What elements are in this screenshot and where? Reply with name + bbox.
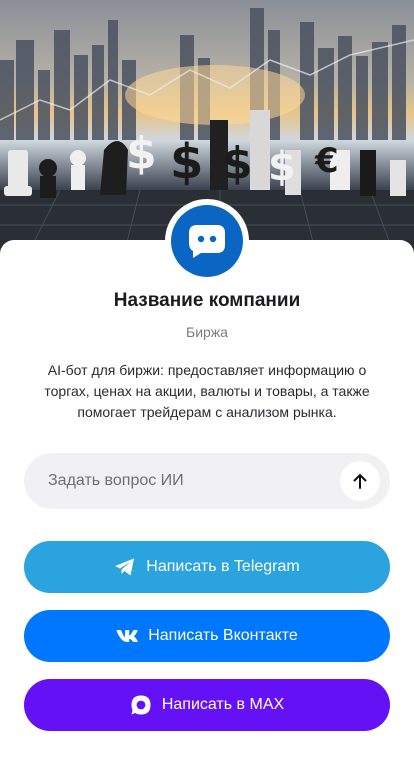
- vk-icon: [116, 629, 138, 643]
- chat-bubble-icon: [189, 225, 225, 258]
- max-button-label: Написать в MAX: [161, 696, 285, 713]
- telegram-button[interactable]: Написать в Telegram: [24, 541, 390, 593]
- company-description: AI-бот для биржи: предоставляет информац…: [44, 362, 370, 420]
- max-icon: [130, 694, 152, 716]
- max-button[interactable]: Написать в MAX: [24, 679, 390, 731]
- dollar-symbol-2: $: [170, 134, 203, 190]
- send-button[interactable]: [340, 461, 380, 501]
- company-avatar: [171, 205, 243, 277]
- dollar-symbol-3: $: [222, 138, 253, 189]
- vk-button[interactable]: Написать Вконтакте: [24, 610, 390, 662]
- ask-ai-input[interactable]: [48, 453, 348, 509]
- ask-ai-bar: [24, 453, 390, 509]
- telegram-icon: [114, 557, 136, 577]
- avatar: [165, 199, 249, 283]
- euro-symbol: €: [314, 141, 339, 181]
- dollar-symbol-1: $: [126, 128, 157, 179]
- vk-button-label: Написать Вконтакте: [148, 627, 298, 644]
- company-name: Название компании: [113, 290, 301, 311]
- dollar-symbol-4: $: [268, 144, 296, 190]
- telegram-button-label: Написать в Telegram: [146, 558, 300, 575]
- company-category: Биржа: [186, 324, 228, 340]
- arrow-up-icon: [353, 474, 367, 489]
